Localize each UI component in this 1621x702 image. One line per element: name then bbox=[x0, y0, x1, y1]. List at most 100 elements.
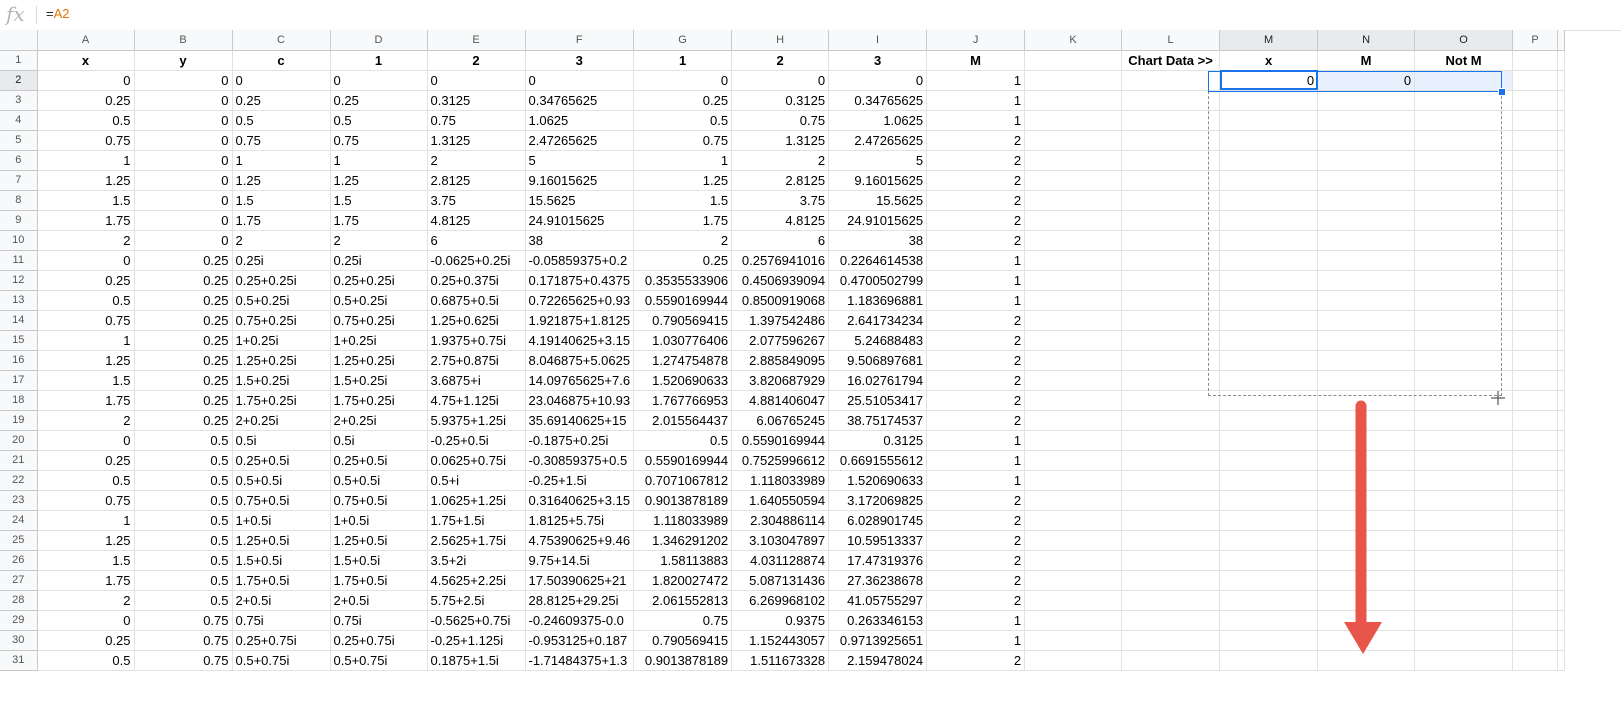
cell-p30[interactable] bbox=[1512, 630, 1559, 651]
cell-j26[interactable]: 2 bbox=[926, 550, 1026, 571]
cell-a28[interactable]: 2 bbox=[37, 590, 135, 611]
cell-b20[interactable]: 0.5 bbox=[134, 430, 233, 451]
cell-e23[interactable]: 1.0625+1.25i bbox=[427, 490, 526, 511]
cell-l6[interactable] bbox=[1121, 150, 1221, 171]
cell-i19[interactable]: 38.75174537 bbox=[828, 410, 928, 431]
cell-b26[interactable]: 0.5 bbox=[134, 550, 233, 571]
cell-p23[interactable] bbox=[1512, 490, 1559, 511]
cell-h8[interactable]: 3.75 bbox=[731, 190, 830, 211]
cell-f2[interactable]: 0 bbox=[525, 70, 635, 91]
cell-b15[interactable]: 0.25 bbox=[134, 330, 233, 351]
column-header-l[interactable]: L bbox=[1121, 30, 1221, 51]
cell-m18[interactable] bbox=[1219, 390, 1319, 411]
cell-p14[interactable] bbox=[1512, 310, 1559, 331]
cell-a27[interactable]: 1.75 bbox=[37, 570, 135, 591]
cell-n10[interactable] bbox=[1317, 230, 1416, 251]
cell-b11[interactable]: 0.25 bbox=[134, 250, 233, 271]
cell-g11[interactable]: 0.25 bbox=[633, 250, 733, 271]
cell-a1[interactable]: x bbox=[37, 50, 135, 71]
cell-b25[interactable]: 0.5 bbox=[134, 530, 233, 551]
cell-p19[interactable] bbox=[1512, 410, 1559, 431]
cell-d9[interactable]: 1.75 bbox=[330, 210, 428, 231]
cell-d14[interactable]: 0.75+0.25i bbox=[330, 310, 428, 331]
cell-b29[interactable]: 0.75 bbox=[134, 610, 233, 631]
cell-i2[interactable]: 0 bbox=[828, 70, 928, 91]
cell-l13[interactable] bbox=[1121, 290, 1221, 311]
cell-b27[interactable]: 0.5 bbox=[134, 570, 233, 591]
column-header-g[interactable]: G bbox=[633, 30, 733, 51]
cell-g1[interactable]: 1 bbox=[633, 50, 733, 71]
cell-i14[interactable]: 2.641734234 bbox=[828, 310, 928, 331]
row-header[interactable]: 26 bbox=[0, 550, 38, 571]
cell-k17[interactable] bbox=[1024, 370, 1123, 391]
cell-e19[interactable]: 5.9375+1.25i bbox=[427, 410, 526, 431]
cell-b7[interactable]: 0 bbox=[134, 170, 233, 191]
cell-m30[interactable] bbox=[1219, 630, 1319, 651]
cell-c28[interactable]: 2+0.5i bbox=[232, 590, 331, 611]
cell-m8[interactable] bbox=[1219, 190, 1319, 211]
cell-l5[interactable] bbox=[1121, 130, 1221, 151]
cell-i29[interactable]: 0.263346153 bbox=[828, 610, 928, 631]
row-header[interactable]: 2 bbox=[0, 70, 38, 91]
cell-j2[interactable]: 1 bbox=[926, 70, 1026, 91]
cell-m24[interactable] bbox=[1219, 510, 1319, 531]
cell-f8[interactable]: 15.5625 bbox=[525, 190, 635, 211]
cell-d15[interactable]: 1+0.25i bbox=[330, 330, 428, 351]
cell-a2[interactable]: 0 bbox=[37, 70, 135, 91]
cell-h1[interactable]: 2 bbox=[731, 50, 830, 71]
cell-g25[interactable]: 1.346291202 bbox=[633, 530, 733, 551]
cell-h24[interactable]: 2.304886114 bbox=[731, 510, 830, 531]
cell-o1[interactable]: Not M bbox=[1414, 50, 1514, 71]
row-header[interactable]: 14 bbox=[0, 310, 38, 331]
cell-j30[interactable]: 1 bbox=[926, 630, 1026, 651]
row-header[interactable]: 28 bbox=[0, 590, 38, 611]
cell-e3[interactable]: 0.3125 bbox=[427, 90, 526, 111]
cell-h28[interactable]: 6.269968102 bbox=[731, 590, 830, 611]
cell-n14[interactable] bbox=[1317, 310, 1416, 331]
cell-f31[interactable]: -1.71484375+1.3 bbox=[525, 650, 635, 671]
cell-h31[interactable]: 1.511673328 bbox=[731, 650, 830, 671]
cell-e8[interactable]: 3.75 bbox=[427, 190, 526, 211]
cell-l17[interactable] bbox=[1121, 370, 1221, 391]
cell-k11[interactable] bbox=[1024, 250, 1123, 271]
cell-p5[interactable] bbox=[1512, 130, 1559, 151]
cell-f10[interactable]: 38 bbox=[525, 230, 635, 251]
cell-g16[interactable]: 1.274754878 bbox=[633, 350, 733, 371]
cell-b24[interactable]: 0.5 bbox=[134, 510, 233, 531]
cell-d19[interactable]: 2+0.25i bbox=[330, 410, 428, 431]
cell-c19[interactable]: 2+0.25i bbox=[232, 410, 331, 431]
cell-o21[interactable] bbox=[1414, 450, 1514, 471]
cell-l1[interactable]: Chart Data >> bbox=[1121, 50, 1221, 71]
cell-l22[interactable] bbox=[1121, 470, 1221, 491]
cell-a29[interactable]: 0 bbox=[37, 610, 135, 631]
row-header[interactable]: 5 bbox=[0, 130, 38, 151]
cell-l27[interactable] bbox=[1121, 570, 1221, 591]
cell-o14[interactable] bbox=[1414, 310, 1514, 331]
cell-o23[interactable] bbox=[1414, 490, 1514, 511]
cell-p2[interactable] bbox=[1512, 70, 1559, 91]
cell-k13[interactable] bbox=[1024, 290, 1123, 311]
cell-e4[interactable]: 0.75 bbox=[427, 110, 526, 131]
cell-d1[interactable]: 1 bbox=[330, 50, 428, 71]
cell-b16[interactable]: 0.25 bbox=[134, 350, 233, 371]
cell-c1[interactable]: c bbox=[232, 50, 331, 71]
cell-l25[interactable] bbox=[1121, 530, 1221, 551]
cell-p7[interactable] bbox=[1512, 170, 1559, 191]
cell-h19[interactable]: 6.06765245 bbox=[731, 410, 830, 431]
cell-p3[interactable] bbox=[1512, 90, 1559, 111]
cell-o17[interactable] bbox=[1414, 370, 1514, 391]
cell-m15[interactable] bbox=[1219, 330, 1319, 351]
cell-p20[interactable] bbox=[1512, 430, 1559, 451]
cell-f12[interactable]: 0.171875+0.4375 bbox=[525, 270, 635, 291]
cell-h26[interactable]: 4.031128874 bbox=[731, 550, 830, 571]
cell-d10[interactable]: 2 bbox=[330, 230, 428, 251]
cell-e1[interactable]: 2 bbox=[427, 50, 526, 71]
cell-o24[interactable] bbox=[1414, 510, 1514, 531]
cell-l26[interactable] bbox=[1121, 550, 1221, 571]
cell-c18[interactable]: 1.75+0.25i bbox=[232, 390, 331, 411]
cell-h29[interactable]: 0.9375 bbox=[731, 610, 830, 631]
cell-c20[interactable]: 0.5i bbox=[232, 430, 331, 451]
cell-a13[interactable]: 0.5 bbox=[37, 290, 135, 311]
cell-k22[interactable] bbox=[1024, 470, 1123, 491]
cell-k4[interactable] bbox=[1024, 110, 1123, 131]
